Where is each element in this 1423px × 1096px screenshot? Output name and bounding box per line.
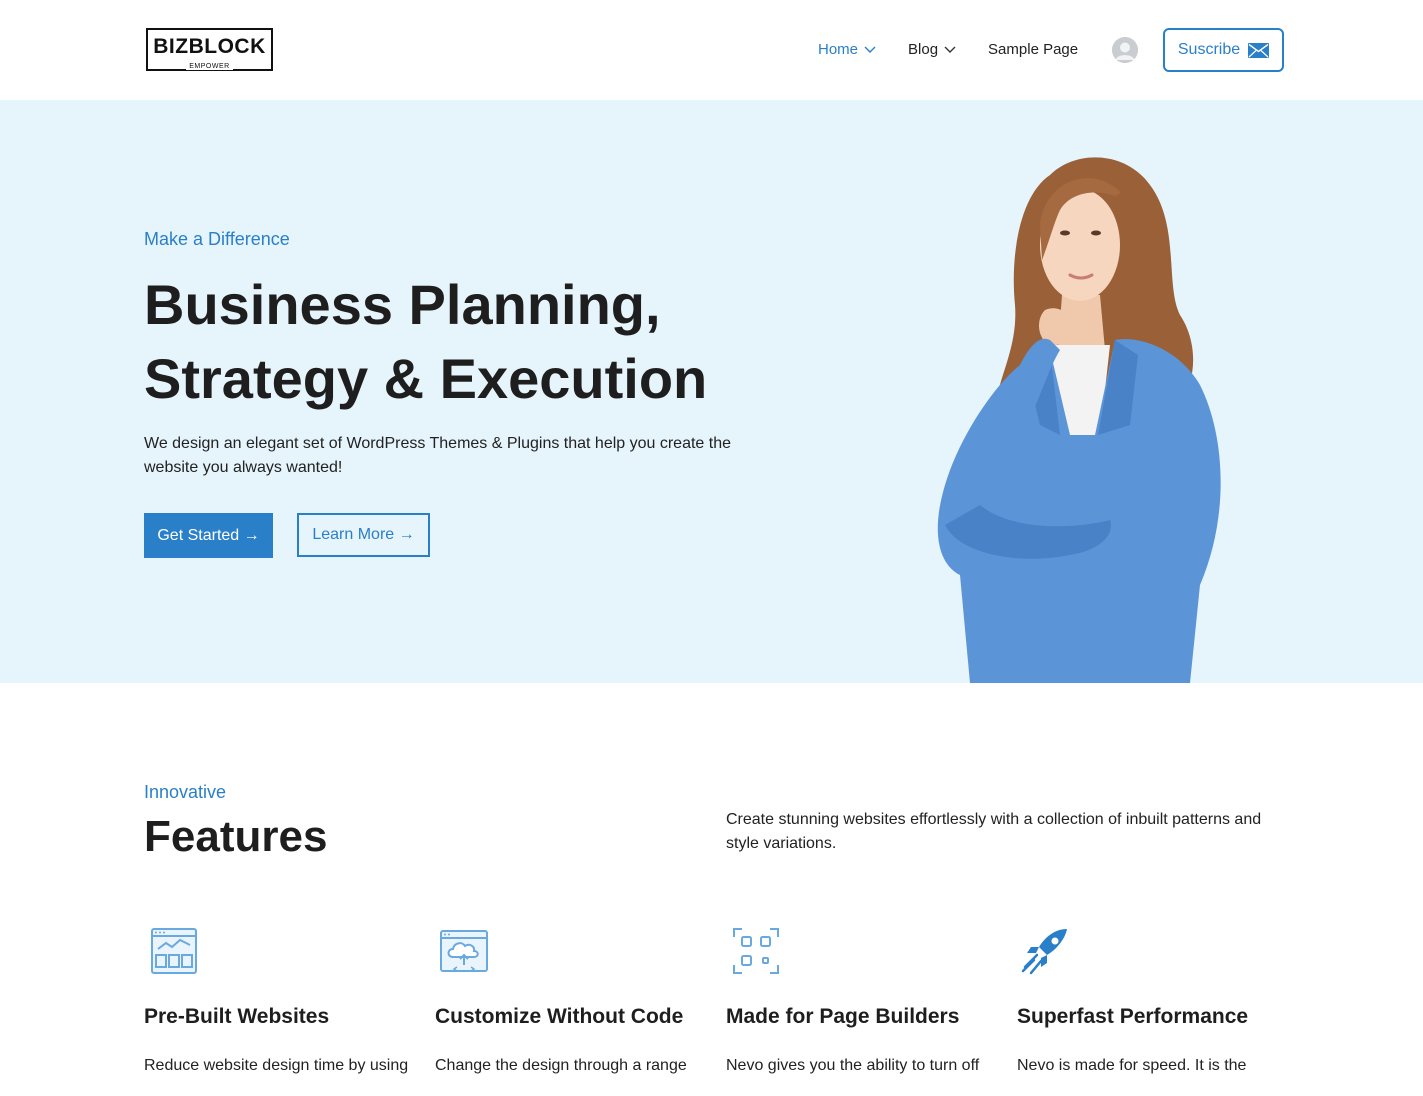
feature-text: Change the design through a range bbox=[435, 1057, 687, 1074]
user-avatar-icon[interactable] bbox=[1112, 37, 1138, 63]
feature-text: Nevo is made for speed. It is the bbox=[1017, 1057, 1247, 1074]
features-subtitle: Innovative bbox=[144, 782, 227, 802]
site-logo[interactable]: BIZBLOCK EMPOWER bbox=[146, 28, 273, 71]
feature-card-pre-built-websites: Pre-Built Websites Reduce website design… bbox=[144, 925, 424, 1074]
hero-title: Business Planning, Strategy & Execution bbox=[144, 268, 844, 416]
features-title: Features bbox=[144, 812, 328, 861]
main-navigation: Home Blog Sample Page bbox=[818, 41, 1110, 58]
hero-subtitle: Make a Difference bbox=[144, 229, 290, 249]
hero-section: Make a Difference Business Planning, Str… bbox=[0, 100, 1423, 683]
rocket-icon bbox=[1021, 929, 1067, 975]
nav-item-home[interactable]: Home bbox=[818, 41, 876, 58]
nav-item-label: Sample Page bbox=[988, 41, 1079, 58]
feature-title: Pre-Built Websites bbox=[144, 1005, 330, 1028]
hero-title-line: Strategy & Execution bbox=[144, 347, 708, 410]
chevron-down-icon bbox=[864, 46, 876, 53]
businesswoman-photo bbox=[937, 157, 1221, 683]
nav-item-label: Blog bbox=[908, 41, 939, 58]
feature-text: Nevo gives you the ability to turn off bbox=[726, 1057, 980, 1074]
site-header: BIZBLOCK EMPOWER Home Blog Sample Page S… bbox=[0, 0, 1423, 100]
learn-more-button[interactable]: Learn More → bbox=[297, 513, 430, 557]
feature-title: Superfast Performance bbox=[1017, 1005, 1249, 1028]
logo-brand-text: BIZBLOCK bbox=[153, 35, 266, 58]
nav-item-blog[interactable]: Blog bbox=[908, 41, 956, 58]
hero-description: We design an elegant set of WordPress Th… bbox=[144, 435, 732, 476]
nav-item-label: Home bbox=[818, 41, 859, 58]
chevron-down-icon bbox=[944, 46, 956, 53]
get-started-button[interactable]: Get Started → bbox=[144, 513, 273, 558]
subscribe-button[interactable]: Suscribe bbox=[1163, 28, 1284, 72]
feature-card-customize-without-code: Customize Without Code Change the design… bbox=[435, 925, 715, 1074]
feature-title: Customize Without Code bbox=[435, 1005, 684, 1028]
features-description: Create stunning websites effortlessly wi… bbox=[726, 811, 1262, 852]
grid-focus-icon bbox=[733, 928, 779, 974]
browser-layout-icon bbox=[151, 928, 197, 974]
feature-text: Reduce website design time by using bbox=[144, 1057, 409, 1074]
feature-card-made-for-page-builders: Made for Page Builders Nevo gives you th… bbox=[726, 925, 1006, 1074]
logo-tagline: EMPOWER bbox=[148, 63, 271, 70]
feature-card-superfast-performance: Superfast Performance Nevo is made for s… bbox=[1017, 925, 1297, 1074]
feature-title: Made for Page Builders bbox=[726, 1005, 960, 1028]
cloud-code-icon bbox=[440, 930, 488, 972]
envelope-icon bbox=[1248, 42, 1270, 58]
hero-title-line: Business Planning, bbox=[144, 273, 661, 336]
subscribe-label: Suscribe bbox=[1177, 41, 1241, 58]
nav-item-sample-page[interactable]: Sample Page bbox=[988, 41, 1078, 58]
